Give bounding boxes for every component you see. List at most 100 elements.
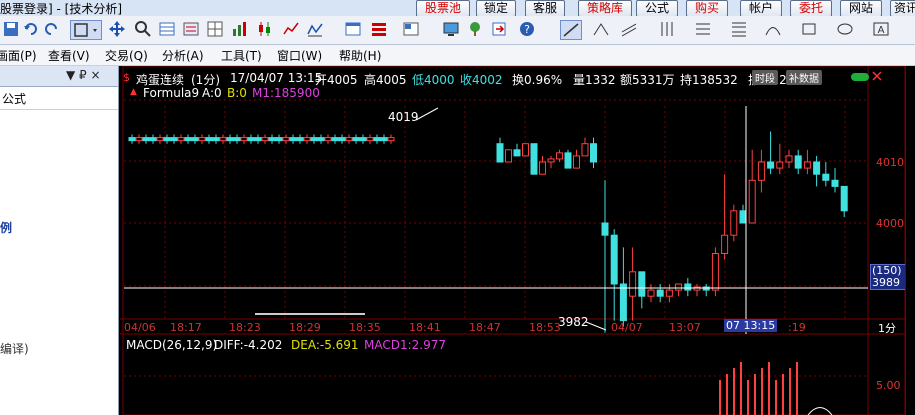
fibonacci-icon[interactable] xyxy=(730,20,748,38)
time-tick: 18:29 xyxy=(289,321,321,334)
help-icon[interactable]: ? xyxy=(518,20,536,38)
candle-body xyxy=(205,137,213,142)
period-indicator[interactable]: 1分 xyxy=(878,320,896,336)
grid-icon[interactable] xyxy=(206,20,224,38)
candle-body xyxy=(610,234,618,285)
menu-help[interactable]: 帮助(H) xyxy=(339,47,381,64)
formula-panel-header: ▼ ₽ × xyxy=(0,66,118,87)
undo-icon[interactable] xyxy=(22,20,40,38)
news-button[interactable]: 资讯 xyxy=(890,0,915,17)
candle-body xyxy=(163,137,171,142)
candle-body xyxy=(177,137,185,142)
menu-trade[interactable]: 交易(Q) xyxy=(105,47,148,64)
ellipse-icon[interactable] xyxy=(836,20,854,38)
time-tick: 18:35 xyxy=(349,321,381,334)
chart-window[interactable]: $ 鸡蛋连续 (1分) 17/04/07 13:15 开4005 高4005 低… xyxy=(120,66,915,415)
low-annotation: 3982 xyxy=(558,315,589,329)
layout-icon[interactable] xyxy=(402,20,420,38)
website-button[interactable]: 网站 xyxy=(840,0,882,17)
low-price: 低4000 xyxy=(412,73,455,87)
candle-body xyxy=(730,210,738,236)
candle-body xyxy=(530,143,538,175)
line-chart-icon[interactable] xyxy=(282,20,300,38)
chart-border xyxy=(122,66,906,415)
candle-body xyxy=(352,137,360,142)
export-icon[interactable] xyxy=(490,20,508,38)
candlestick-icon[interactable] xyxy=(256,20,274,38)
candle-body xyxy=(785,155,793,163)
candle-body xyxy=(310,137,318,142)
open-interest: 持138532 xyxy=(680,73,738,87)
window-title: 股票登录] - [技术分析] xyxy=(0,2,123,16)
rectangle-icon[interactable] xyxy=(800,20,818,38)
candle-body xyxy=(513,149,521,157)
list-icon[interactable] xyxy=(182,20,200,38)
table-icon[interactable] xyxy=(158,20,176,38)
close-price: 收4002 xyxy=(460,73,503,87)
lock-button[interactable]: 锁定 xyxy=(476,0,516,17)
candle-body xyxy=(656,289,664,297)
candle-body xyxy=(282,137,290,142)
candle-body xyxy=(573,155,580,169)
candle-body xyxy=(601,222,609,236)
close-icon[interactable] xyxy=(872,71,882,81)
account-button[interactable]: 帐户 xyxy=(740,0,782,17)
monitor-icon[interactable] xyxy=(442,20,460,38)
redo-icon[interactable] xyxy=(42,20,60,38)
formula-list-item[interactable]: 例 xyxy=(0,219,12,236)
arc-icon[interactable] xyxy=(764,20,782,38)
candle-body xyxy=(387,137,395,142)
candle-body xyxy=(547,158,555,163)
fill-data-button[interactable]: 补数据 xyxy=(786,70,822,85)
formula-list-item-compile[interactable]: 编译) xyxy=(0,340,29,357)
indicator-icon[interactable] xyxy=(306,20,324,38)
candle-body xyxy=(275,137,283,142)
zoom-icon[interactable] xyxy=(134,20,152,38)
candlestick-chart[interactable] xyxy=(120,66,915,415)
menu-analysis[interactable]: 分析(A) xyxy=(162,47,204,64)
candle-body xyxy=(219,137,227,142)
angle-line-icon[interactable] xyxy=(592,20,610,38)
formula-tab[interactable]: 公式 xyxy=(2,90,26,107)
time-tick: 04/07 xyxy=(611,321,643,334)
strategy-library-button[interactable]: 策略库 xyxy=(578,0,632,17)
tree-icon[interactable] xyxy=(466,20,484,38)
candle-body xyxy=(142,137,150,142)
menu-tools[interactable]: 工具(T) xyxy=(221,47,262,64)
text-tool-icon[interactable]: A xyxy=(872,20,890,38)
buy-button[interactable]: 购买 xyxy=(686,0,728,17)
draw-line-tool-icon[interactable] xyxy=(560,20,582,40)
crosshair-move-icon[interactable] xyxy=(108,20,126,38)
vertical-lines-icon[interactable] xyxy=(658,20,676,38)
time-tick: 04/06 xyxy=(124,321,156,334)
link-icon[interactable] xyxy=(850,71,870,83)
candle-body xyxy=(711,253,719,291)
candle-body xyxy=(128,137,136,142)
candle-body xyxy=(794,155,802,169)
panel-controls[interactable]: ▼ ₽ × xyxy=(66,68,101,82)
bar-chart-icon[interactable] xyxy=(230,20,248,38)
macd-dea: DEA:-5.691 xyxy=(291,338,359,352)
menu-screen[interactable]: 画面(P) xyxy=(0,47,37,64)
candle-body xyxy=(345,137,353,142)
service-button[interactable]: 客服 xyxy=(525,0,565,17)
chart-select-tool-icon[interactable] xyxy=(70,20,102,40)
candle-body xyxy=(170,137,178,142)
menu-window[interactable]: 窗口(W) xyxy=(277,47,322,64)
macd-value: MACD1:2.977 xyxy=(364,338,447,352)
stock-pool-button[interactable]: 股票池 xyxy=(416,0,470,17)
candle-body xyxy=(647,289,655,297)
timeshare-button[interactable]: 时段 xyxy=(752,70,778,85)
channel-icon[interactable] xyxy=(620,20,638,38)
candle-body xyxy=(619,283,627,322)
stack-icon[interactable] xyxy=(370,20,388,38)
menu-view[interactable]: 查看(V) xyxy=(48,47,90,64)
window-icon[interactable] xyxy=(344,20,362,38)
candle-body xyxy=(331,137,339,142)
formula-button[interactable]: 公式 xyxy=(636,0,678,17)
save-icon[interactable] xyxy=(2,20,20,38)
horizontal-lines-icon[interactable] xyxy=(694,20,712,38)
candle-body xyxy=(226,137,234,142)
candle-body xyxy=(638,271,646,297)
entrust-button[interactable]: 委托 xyxy=(790,0,832,17)
